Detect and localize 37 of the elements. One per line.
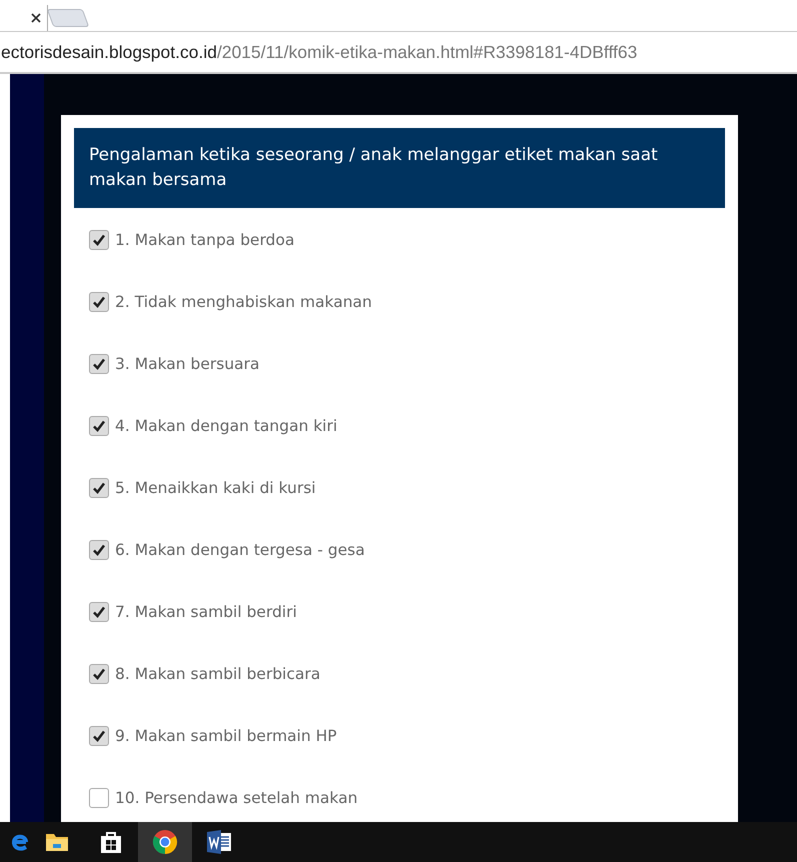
checkbox-label: 7. Makan sambil berdiri: [115, 603, 297, 621]
checkbox[interactable]: [89, 416, 109, 436]
checkbox[interactable]: [89, 230, 109, 250]
checkbox-label: 1. Makan tanpa berdoa: [115, 231, 294, 249]
checkbox[interactable]: [89, 354, 109, 374]
folder-icon: [45, 832, 69, 852]
checkbox[interactable]: [89, 602, 109, 622]
checkbox-label: 3. Makan bersuara: [115, 355, 260, 373]
checkbox[interactable]: [89, 664, 109, 684]
checkbox-label: 6. Makan dengan tergesa - gesa: [115, 541, 365, 559]
checkbox[interactable]: [89, 292, 109, 312]
check-icon: [92, 419, 106, 433]
check-icon: [92, 233, 106, 247]
checkbox[interactable]: [89, 788, 109, 808]
check-icon: [92, 543, 106, 557]
check-icon: [92, 481, 106, 495]
close-icon[interactable]: [31, 13, 41, 23]
store-bag-icon: [100, 830, 122, 854]
checkbox-label: 8. Makan sambil berbicara: [115, 665, 320, 683]
address-bar[interactable]: ectorisdesain.blogspot.co.id/2015/11/komik-etika-makan.html#R3398181-4DBfff63: [0, 42, 638, 62]
check-icon: [92, 605, 106, 619]
check-icon: [92, 295, 106, 309]
chrome-icon: [152, 829, 178, 855]
checkbox[interactable]: [89, 726, 109, 746]
checkbox-label: 10. Persendawa setelah makan: [115, 789, 358, 807]
check-icon: [92, 357, 106, 371]
checkbox-label: 2. Tidak menghabiskan makanan: [115, 293, 372, 311]
checkbox-label: 9. Makan sambil bermain HP: [115, 727, 337, 745]
check-icon: [92, 729, 106, 743]
card-header: Pengalaman ketika seseorang / anak melanggar etiket makan saat makan bersama: [74, 128, 725, 208]
check-icon: [92, 667, 106, 681]
taskbar-button[interactable]: [138, 822, 192, 862]
checkbox-label: 5. Menaikkan kaki di kursi: [115, 479, 316, 497]
document-app-icon: [206, 830, 232, 854]
checkbox-label: 4. Makan dengan tangan kiri: [115, 417, 338, 435]
checkbox[interactable]: [89, 478, 109, 498]
checkbox[interactable]: [89, 540, 109, 560]
